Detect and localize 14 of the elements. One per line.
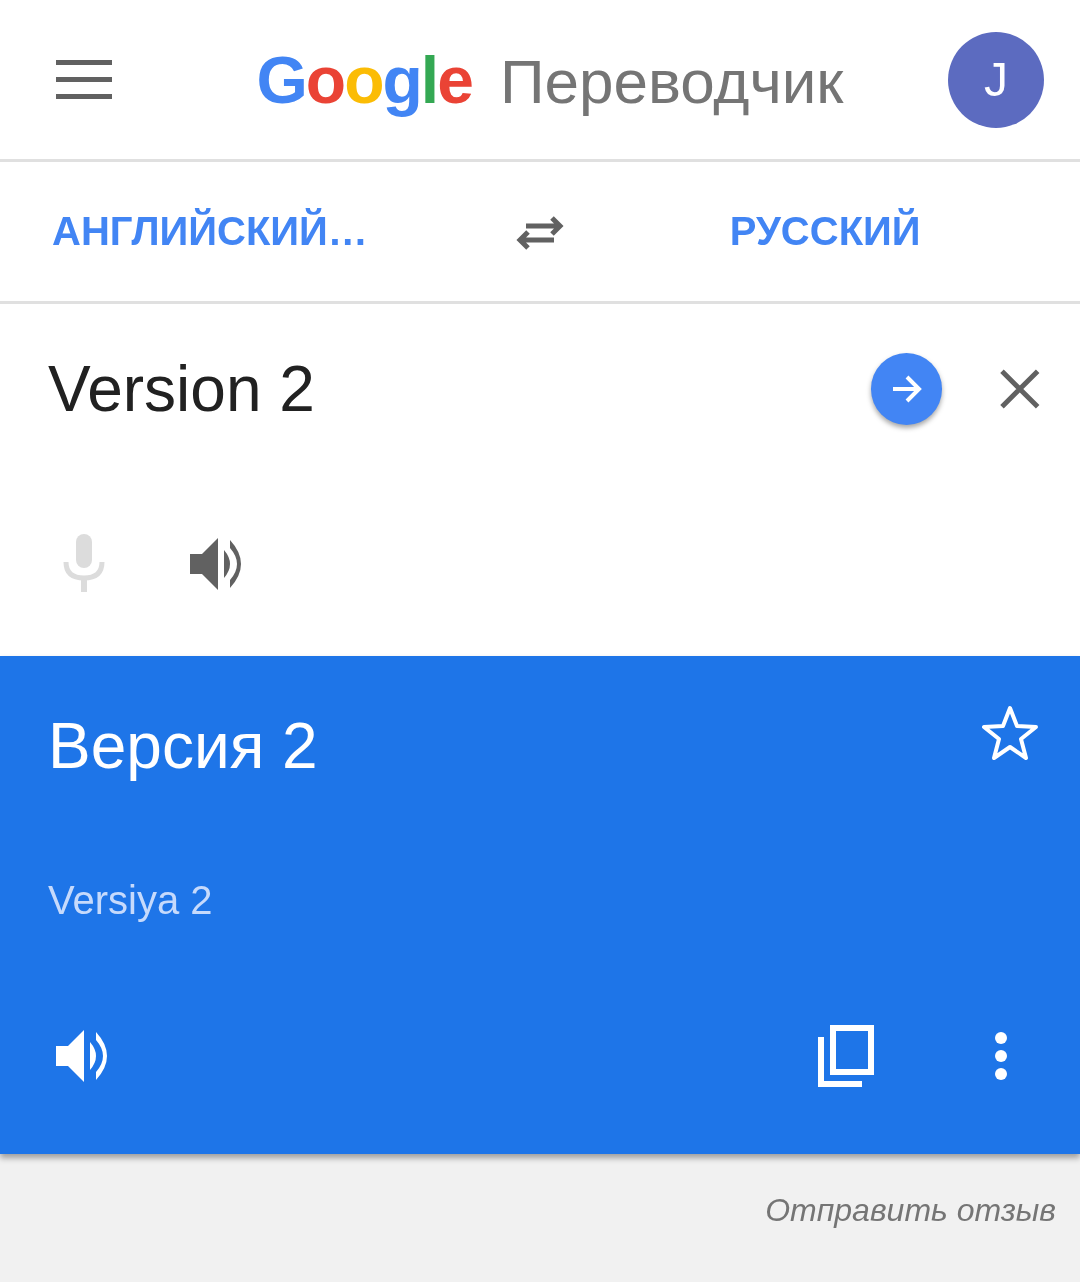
input-field[interactable]: Version 2 (48, 352, 871, 426)
transliteration-text: Versiya 2 (48, 878, 213, 923)
target-language-button[interactable]: РУССКИЙ (729, 209, 921, 254)
avatar[interactable]: J (948, 31, 1044, 128)
logo: Google (256, 41, 472, 118)
app-title: Переводчик (499, 45, 844, 117)
more-icon[interactable] (994, 1031, 1008, 1081)
feedback-link[interactable]: Отправить отзыв (765, 1192, 1056, 1229)
copy-icon[interactable] (816, 1023, 876, 1089)
source-language-button[interactable]: АНГЛИЙСКИЙ… (52, 209, 368, 254)
menu-icon[interactable] (56, 59, 112, 100)
translate-button[interactable] (871, 353, 943, 425)
translation-text: Версия 2 (48, 709, 318, 784)
close-icon[interactable] (1000, 369, 1040, 409)
